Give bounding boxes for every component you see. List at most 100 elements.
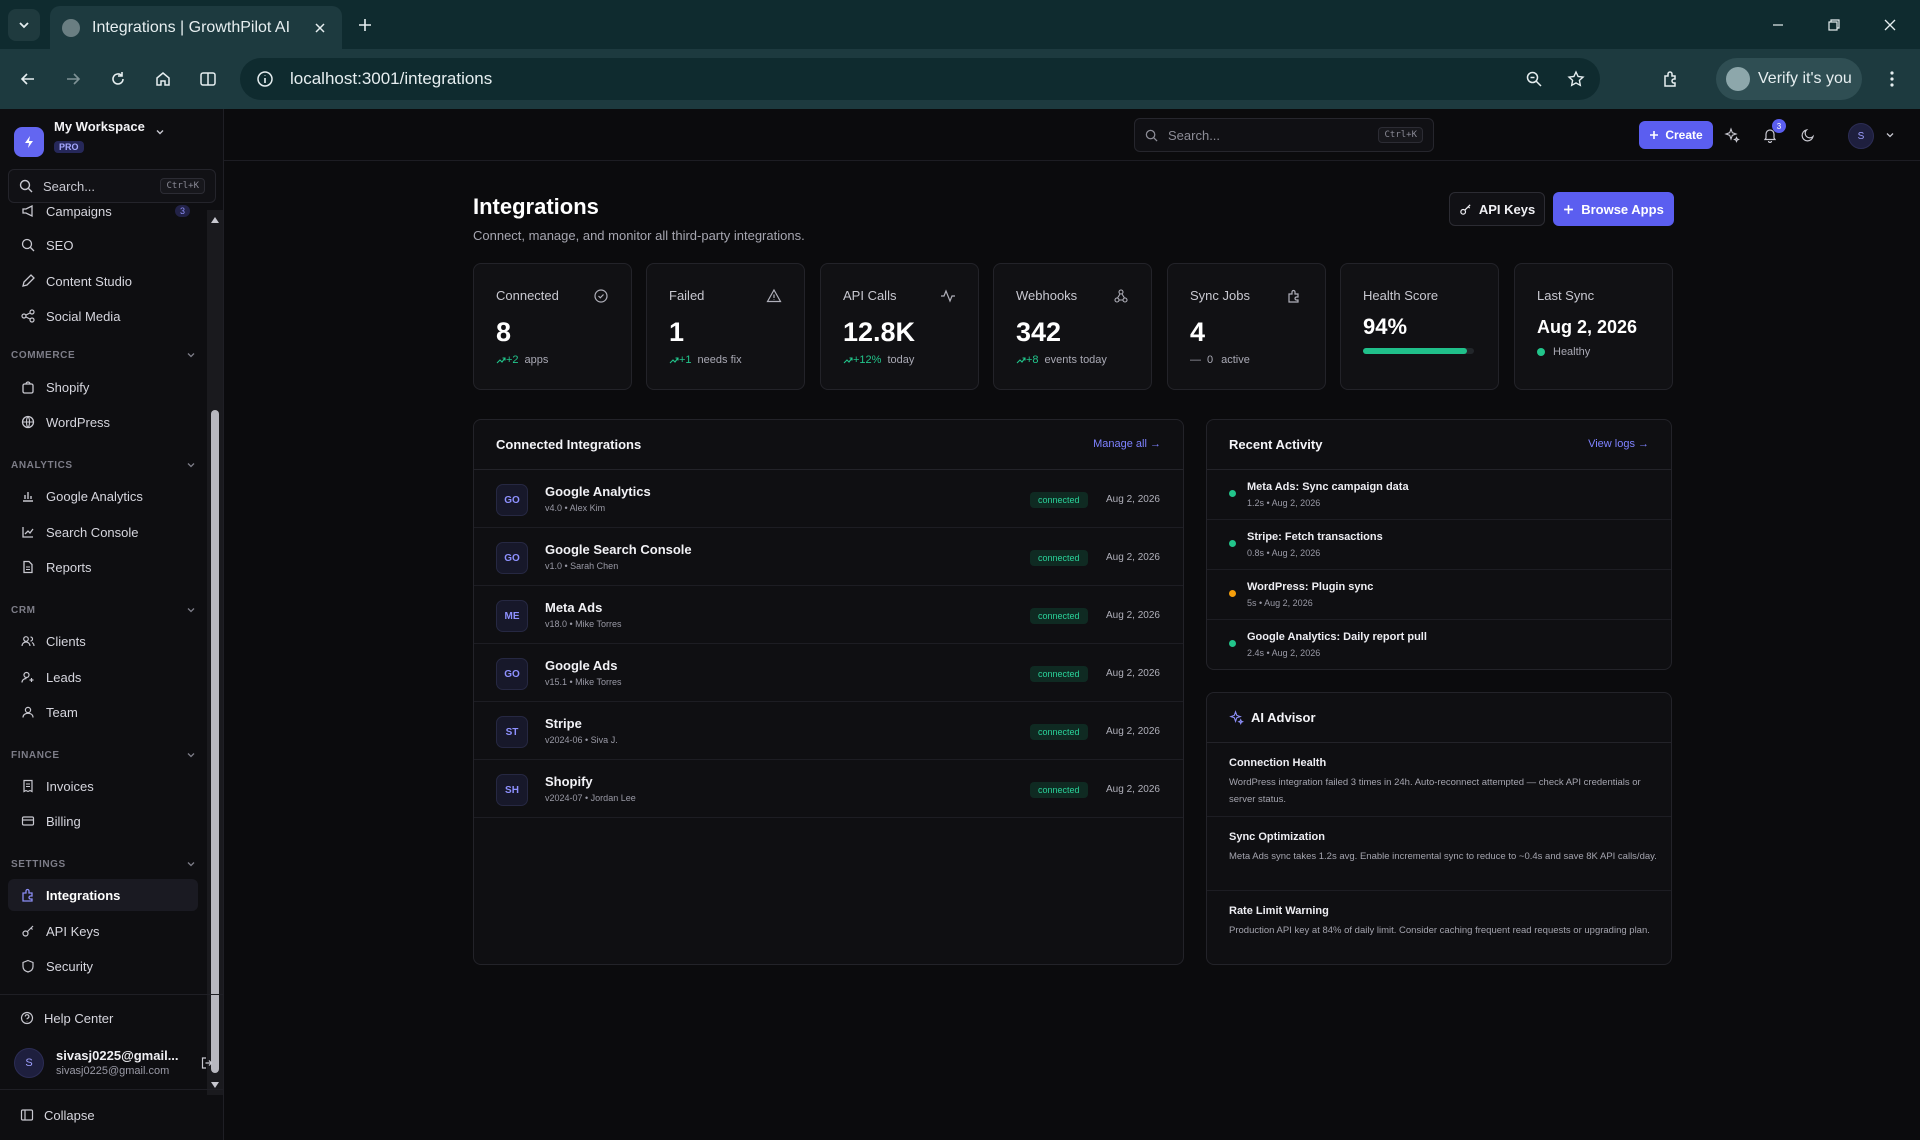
sidebar-item-label: Social Media — [46, 308, 121, 324]
sidebar-item-security[interactable]: Security — [8, 950, 198, 982]
global-search-input[interactable]: Search... Ctrl+K — [1134, 118, 1434, 152]
stat-card-api-calls: API Calls 12.8K +12% today — [820, 263, 979, 390]
tab-search-button[interactable] — [8, 9, 40, 41]
check-circle-icon — [594, 289, 608, 303]
scroll-up-icon[interactable] — [209, 214, 221, 226]
notifications-button[interactable]: 3 — [1758, 119, 1786, 147]
sidebar-item-wordpress[interactable]: WordPress — [8, 406, 198, 438]
api-keys-label: API Keys — [1478, 201, 1536, 217]
section-finance[interactable]: FINANCE — [11, 745, 196, 765]
sidebar-scrollbar[interactable] — [207, 210, 223, 1095]
sidebar-item-clients[interactable]: Clients — [8, 625, 198, 657]
activity-row[interactable]: Google Analytics: Daily report pull 2.4s … — [1207, 620, 1671, 669]
user-menu[interactable]: S sivasj0225@gmail... sivasj0225@gmail.c… — [14, 1043, 214, 1083]
integration-row[interactable]: SH Shopify v2024-07 • Jordan Lee connected A… — [474, 760, 1183, 818]
chevron-down-icon[interactable] — [1878, 123, 1902, 147]
sidebar-item-reports[interactable]: Reports — [8, 551, 198, 583]
address-bar[interactable]: localhost:3001/integrations — [240, 58, 1600, 100]
manage-all-link[interactable]: Manage all → — [1093, 438, 1161, 450]
integration-date: Aug 2, 2026 — [1106, 610, 1160, 621]
ai-sparkle-button[interactable] — [1720, 123, 1744, 147]
integration-row[interactable]: ME Meta Ads v18.0 • Mike Torres connected Au… — [474, 586, 1183, 644]
activity-row[interactable]: WordPress: Plugin sync 5s • Aug 2, 2026 — [1207, 570, 1671, 620]
browser-menu-button[interactable] — [1876, 63, 1908, 95]
sidebar-item-campaigns[interactable]: Campaigns 3 — [8, 205, 198, 227]
sidebar-search-input[interactable]: Search... Ctrl+K — [8, 169, 216, 203]
sidebar-item-label: Campaigns — [46, 205, 112, 219]
view-logs-link[interactable]: View logs → — [1588, 438, 1649, 450]
stat-value: 1 — [669, 317, 685, 347]
help-center-link[interactable]: Help Center — [8, 1002, 208, 1034]
activity-meta: 2.4s • Aug 2, 2026 — [1247, 648, 1321, 658]
stat-value: 342 — [1016, 317, 1062, 347]
sidebar-item-content-studio[interactable]: Content Studio — [8, 265, 198, 297]
user-avatar-button[interactable]: S — [1848, 123, 1874, 149]
restore-button[interactable] — [1820, 12, 1848, 38]
stat-note: apps — [524, 354, 549, 366]
sidebar-item-integrations[interactable]: Integrations — [8, 879, 198, 911]
close-tab-icon[interactable] — [310, 18, 330, 38]
profile-button[interactable]: Verify it's you — [1716, 58, 1862, 100]
sidebar: My Workspace PRO Search... Ctrl+K Campai… — [0, 109, 224, 1140]
sparkles-icon — [1724, 127, 1740, 143]
integration-row[interactable]: GO Google Analytics v4.0 • Alex Kim connect… — [474, 470, 1183, 528]
stat-label: Failed — [669, 288, 705, 303]
sidebar-item-search-console[interactable]: Search Console — [8, 516, 198, 548]
logout-icon[interactable] — [200, 1056, 214, 1070]
integration-row[interactable]: ST Stripe v2024-06 • Siva J. connected Aug 2… — [474, 702, 1183, 760]
create-button[interactable]: Create — [1639, 121, 1713, 149]
section-settings[interactable]: SETTINGS — [11, 854, 196, 874]
extensions-button[interactable] — [1655, 63, 1687, 95]
theme-toggle-button[interactable] — [1796, 123, 1820, 147]
sidebar-item-billing[interactable]: Billing — [8, 805, 198, 837]
advisor-text: WordPress integration failed 3 times in … — [1229, 777, 1641, 805]
stat-value: 94% — [1363, 314, 1408, 339]
back-button[interactable] — [12, 63, 44, 95]
api-keys-button[interactable]: API Keys — [1449, 192, 1545, 226]
trend-up-icon — [496, 357, 506, 364]
shortcut-hint: Ctrl+K — [1378, 127, 1423, 143]
sidebar-item-seo[interactable]: SEO — [8, 229, 198, 261]
forward-button[interactable] — [57, 63, 89, 95]
stat-note: needs fix — [697, 354, 742, 366]
section-crm[interactable]: CRM — [11, 600, 196, 620]
integration-row[interactable]: GO Google Search Console v1.0 • Sarah Chen… — [474, 528, 1183, 586]
collapse-sidebar-button[interactable]: Collapse — [8, 1099, 208, 1131]
user-plus-icon — [20, 669, 36, 685]
site-info-icon[interactable] — [244, 58, 286, 100]
zoom-icon[interactable] — [1516, 61, 1552, 97]
url-text[interactable]: localhost:3001/integrations — [290, 69, 1516, 89]
sidebar-item-api-keys[interactable]: API Keys — [8, 915, 198, 947]
credit-card-icon — [20, 813, 36, 829]
page-title: Integrations — [473, 194, 599, 219]
sidebar-item-team[interactable]: Team — [8, 696, 198, 728]
section-analytics[interactable]: ANALYTICS — [11, 455, 196, 475]
browse-apps-button[interactable]: Browse Apps — [1553, 192, 1674, 226]
close-window-button[interactable] — [1876, 12, 1904, 38]
bar-chart-icon — [20, 488, 36, 504]
app-root: My Workspace PRO Search... Ctrl+K Campai… — [0, 109, 1920, 1140]
activity-row[interactable]: Stripe: Fetch transactions 0.8s • Aug 2, … — [1207, 520, 1671, 570]
stat-delta: 0 — [1207, 354, 1214, 366]
minimize-button[interactable] — [1764, 12, 1792, 38]
scroll-thumb[interactable] — [211, 410, 219, 1073]
reading-mode-button[interactable] — [192, 63, 224, 95]
stat-label: Webhooks — [1016, 288, 1078, 303]
sidebar-item-shopify[interactable]: Shopify — [8, 371, 198, 403]
activity-row[interactable]: Meta Ads: Sync campaign data 1.2s • Aug 2… — [1207, 470, 1671, 520]
activity-meta: 5s • Aug 2, 2026 — [1247, 598, 1313, 608]
workspace-switcher[interactable]: My Workspace PRO — [14, 119, 214, 163]
sidebar-item-google-analytics[interactable]: Google Analytics — [8, 480, 198, 512]
section-commerce[interactable]: COMMERCE — [11, 345, 196, 365]
sidebar-item-leads[interactable]: Leads — [8, 661, 198, 693]
sidebar-item-invoices[interactable]: Invoices — [8, 770, 198, 802]
reload-button[interactable] — [102, 63, 134, 95]
browser-tab[interactable]: Integrations | GrowthPilot AI — [50, 6, 342, 49]
integration-row[interactable]: GO Google Ads v15.1 • Mike Torres connected… — [474, 644, 1183, 702]
bookmark-star-icon[interactable] — [1558, 61, 1594, 97]
sidebar-item-social-media[interactable]: Social Media — [8, 300, 198, 332]
home-button[interactable] — [147, 63, 179, 95]
line-chart-icon — [20, 524, 36, 540]
new-tab-button[interactable] — [352, 12, 378, 38]
status-dot — [1537, 348, 1545, 356]
